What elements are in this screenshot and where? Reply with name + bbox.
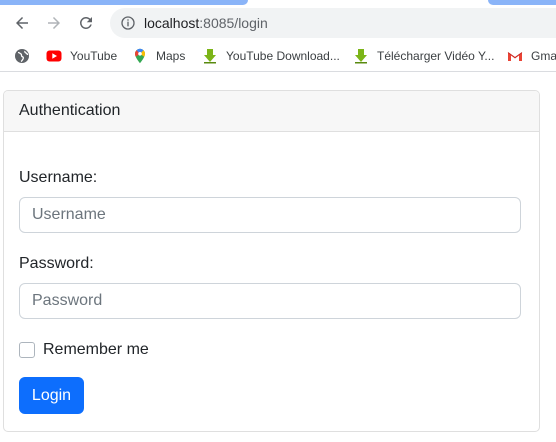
back-button[interactable] bbox=[10, 11, 34, 35]
maps-pin-icon bbox=[132, 48, 148, 64]
reload-button[interactable] bbox=[74, 11, 98, 35]
reload-icon bbox=[79, 16, 92, 29]
username-input[interactable] bbox=[19, 197, 521, 233]
bookmark-label: YouTube Download... bbox=[226, 49, 340, 63]
back-arrow-icon bbox=[16, 17, 28, 29]
bookmark-label: Gma bbox=[531, 49, 556, 63]
bookmark-label: YouTube bbox=[70, 49, 118, 63]
remember-me-checkbox[interactable] bbox=[19, 342, 35, 358]
remember-me-label: Remember me bbox=[43, 341, 149, 358]
remember-me-row[interactable]: Remember me bbox=[19, 341, 149, 359]
browser-toolbar: localhost:8085/login bbox=[0, 5, 556, 41]
gmail-icon bbox=[507, 48, 523, 64]
username-label: Username: bbox=[19, 169, 98, 186]
forward-arrow-icon bbox=[48, 17, 60, 29]
forward-button[interactable] bbox=[42, 11, 66, 35]
bookmark-gmail[interactable]: Gma bbox=[507, 47, 556, 65]
auth-card: Authentication Username: Password: Remem… bbox=[3, 90, 540, 432]
bookmark-globe[interactable] bbox=[14, 47, 38, 65]
bookmark-youtube-download[interactable]: YouTube Download... bbox=[202, 47, 340, 65]
download-arrow-icon bbox=[353, 48, 369, 64]
download-arrow-icon bbox=[202, 48, 218, 64]
bookmark-label: Maps bbox=[156, 49, 186, 63]
url-path: :8085/login bbox=[199, 15, 268, 31]
url-host: localhost bbox=[144, 15, 200, 31]
bookmark-youtube[interactable]: YouTube bbox=[46, 47, 117, 65]
globe-icon bbox=[14, 48, 30, 64]
bookmark-label: Télécharger Vidéo Y... bbox=[377, 49, 495, 63]
youtube-icon bbox=[46, 48, 62, 64]
info-icon[interactable] bbox=[120, 15, 136, 31]
login-button[interactable]: Login bbox=[19, 377, 84, 414]
bookmarks-bar: YouTube Maps YouTube Download... Télécha… bbox=[0, 41, 556, 72]
password-input[interactable] bbox=[19, 283, 521, 319]
address-url: localhost:8085/login bbox=[144, 15, 268, 31]
address-bar[interactable]: localhost:8085/login bbox=[110, 8, 556, 38]
password-label: Password: bbox=[19, 255, 94, 272]
bookmark-telecharger-video[interactable]: Télécharger Vidéo Y... bbox=[353, 47, 494, 65]
bookmark-maps[interactable]: Maps bbox=[132, 47, 185, 65]
card-title: Authentication bbox=[4, 91, 539, 132]
